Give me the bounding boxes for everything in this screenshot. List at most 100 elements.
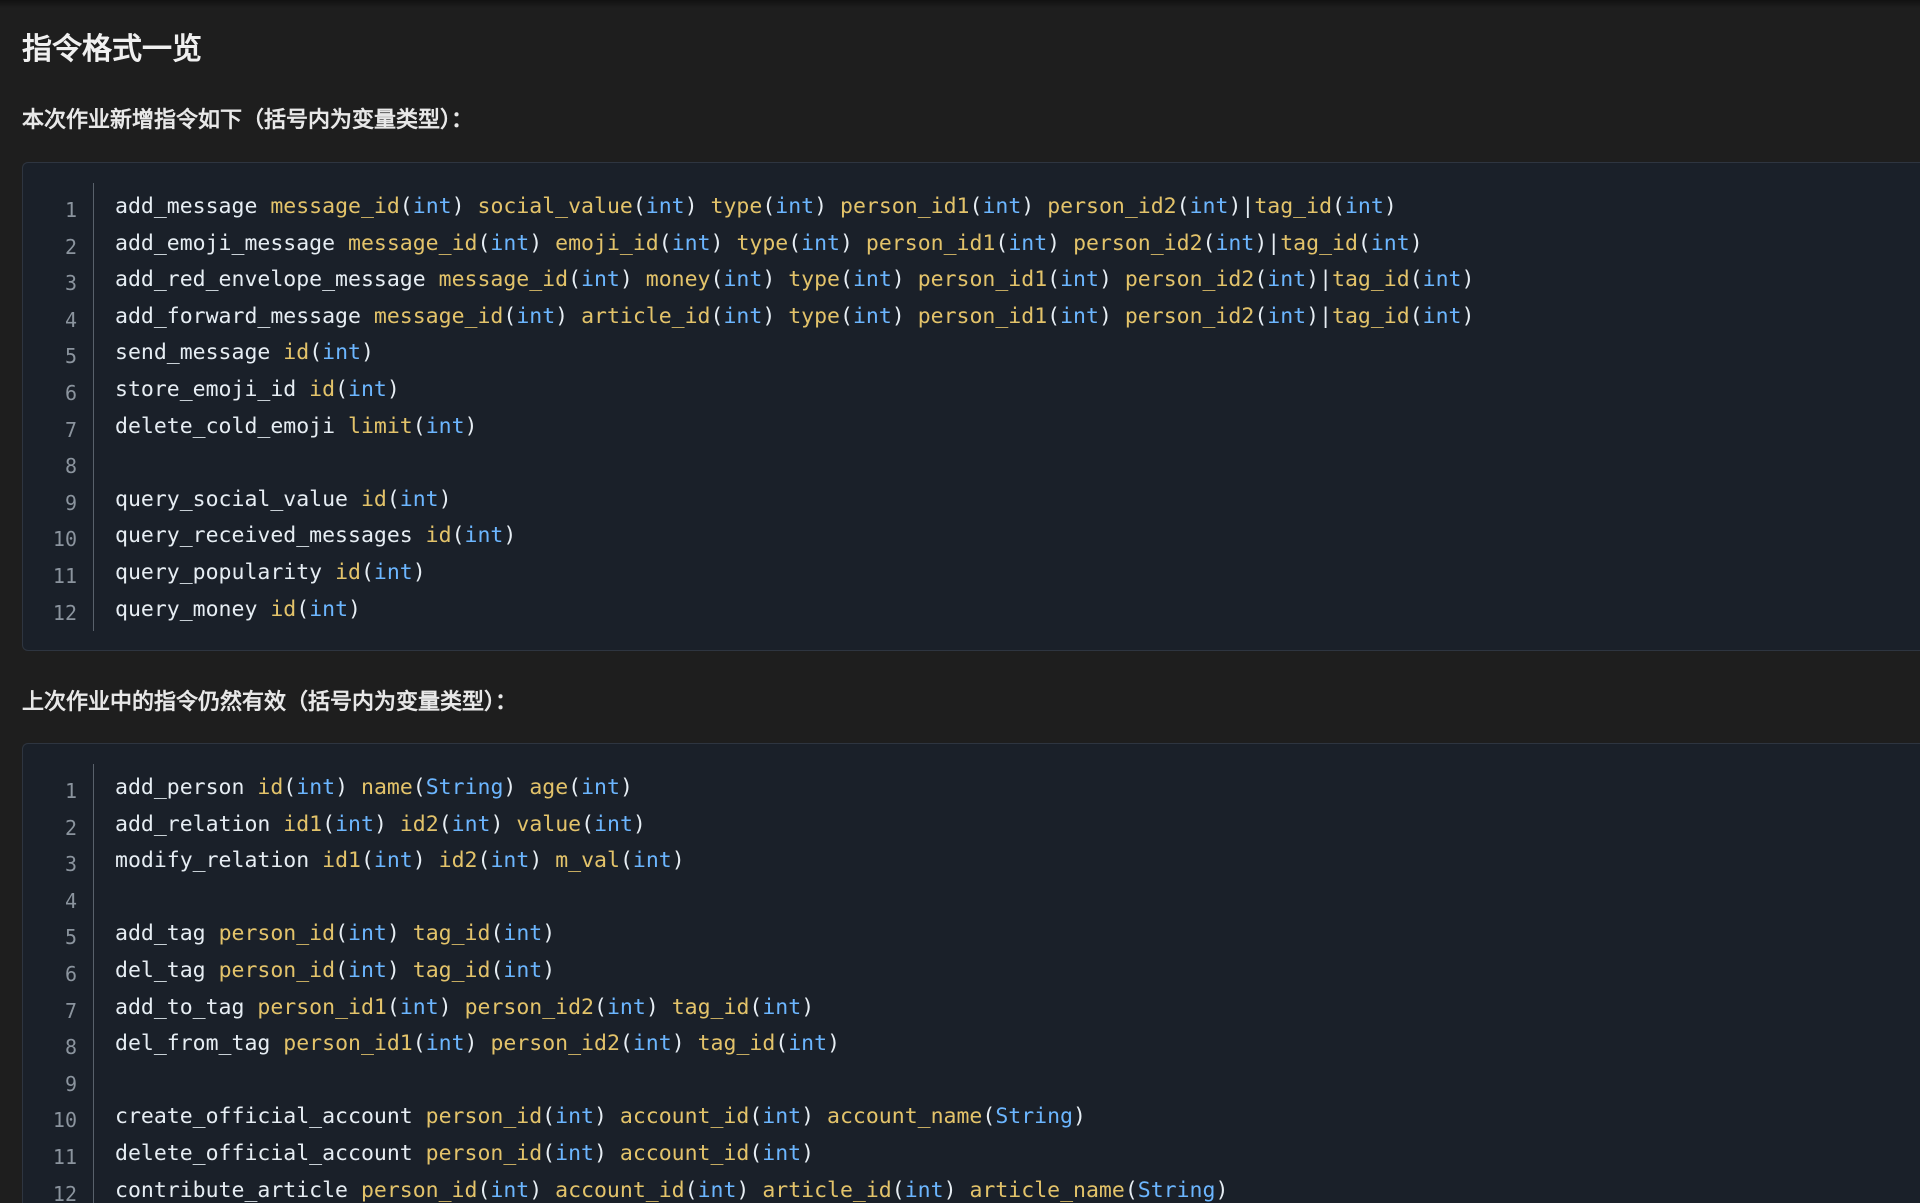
paren-close: ) [1254,230,1268,256]
parameter-name: social_value [477,194,633,219]
paren-close: ) [891,267,905,293]
argument-separator: | [1267,230,1281,256]
argument-separator [348,775,361,800]
argument-separator [827,194,840,219]
paren-open: ( [1047,303,1061,329]
parameter-name: id [283,340,310,366]
parameter-type: String [1137,1177,1216,1203]
line-number: 12 [52,600,77,625]
code-line: 7 delete_cold_emoji limit(int) [23,409,1920,446]
parameter-type: int [348,376,387,402]
parameter-type: int [425,413,465,439]
parameter-type: int [309,596,349,622]
paren-open: ( [891,1177,905,1203]
code-line: 10 query_received_messages id(int) [23,518,1920,555]
parameter-name: person_id [425,1140,543,1166]
line-number: 10 [52,527,77,552]
code-text: add_message message_id(int) social_value… [115,189,1397,226]
paren-close: ) [1383,194,1397,219]
code-line: 12 contribute_article person_id(int) acco… [23,1173,1920,1203]
argument-separator [905,304,918,329]
argument-separator: | [1319,303,1333,329]
argument-separator [426,267,439,292]
parameter-type: int [594,811,633,837]
command-name: del_tag [115,957,206,983]
paren-open: ( [1409,267,1423,293]
paren-open: ( [503,303,517,329]
parameter-name: tag_id [1280,230,1358,256]
argument-separator [270,812,283,837]
code-line: 2 add_emoji_message message_id(int) emoji… [23,226,1920,263]
argument-separator [322,560,335,585]
paren-close: ) [943,1177,957,1203]
line-number: 11 [52,1144,77,1169]
code-line: 3 modify_relation id1(int) id2(int) m_val… [23,843,1920,880]
parameter-type: int [904,1177,944,1203]
argument-separator [1060,231,1073,256]
argument-separator [309,848,322,873]
argument-separator [335,414,348,439]
command-name: query_popularity [115,559,323,585]
line-number: 9 [64,1071,77,1096]
paren-open: ( [840,267,853,293]
argument-separator [348,487,361,512]
parameter-name: person_id [425,1104,543,1130]
argument-separator [257,194,270,219]
code-line: 11 delete_official_account person_id(int)… [23,1136,1920,1173]
argument-separator [206,921,219,946]
code-line: 10 create_official_account person_id(int)… [23,1099,1920,1136]
command-name: add_tag [115,921,206,947]
paren-open: ( [1254,303,1268,329]
code-text: add_emoji_message message_id(int) emoji_… [115,226,1423,263]
parameter-name: age [529,775,569,800]
paren-close: ) [840,230,853,256]
paren-close: ) [1215,1177,1229,1203]
argument-separator [452,995,465,1020]
code-text: delete_cold_emoji limit(int) [115,409,478,446]
line-number: 9 [64,490,77,515]
paren-open: ( [1357,230,1371,256]
paren-close: ) [710,230,724,256]
parameter-name: id2 [399,811,439,837]
parameter-name: m_val [555,848,620,874]
code-text: modify_relation id1(int) id2(int) m_val(… [115,843,685,880]
command-name: contribute_article [115,1177,348,1203]
paren-open: ( [749,994,763,1020]
paren-close: ) [814,194,828,219]
parameter-name: tag_id [671,994,750,1020]
paren-open: ( [710,267,724,293]
parameter-type: int [762,994,802,1020]
code-line: 4 add_forward_message message_id(int) art… [23,299,1920,336]
argument-separator [542,1178,555,1203]
parameter-name: account_name [827,1104,983,1130]
paren-open: ( [995,230,1009,256]
code-text: send_message id(int) [115,335,374,372]
command-name: store_emoji_id [115,376,297,402]
code-text: query_money id(int) [115,592,361,629]
code-text: add_relation id1(int) id2(int) value(int… [115,807,646,844]
code-text: add_red_envelope_message message_id(int)… [115,262,1474,299]
paren-close: ) [1098,303,1112,329]
code-line: 11 query_popularity id(int) [23,555,1920,592]
code-line: 5 send_message id(int) [23,335,1920,372]
argument-separator [257,597,270,622]
argument-separator [542,231,555,256]
argument-separator [723,231,736,256]
argument-separator: | [1241,194,1255,219]
parameter-name: article_id [581,303,711,329]
parameter-type: int [1267,267,1307,293]
code-line: 6 del_tag person_id(int) tag_id(int) [23,953,1920,990]
paren-open: ( [335,957,349,983]
paren-open: ( [749,1140,763,1166]
code-line: 5 add_tag person_id(int) tag_id(int) [23,916,1920,953]
parameter-type: int [503,921,543,947]
parameter-type: int [348,957,387,983]
parameter-name: id [425,523,452,549]
paren-close: ) [348,596,361,622]
parameter-name: account_id [619,1140,750,1166]
line-number: 1 [64,779,77,803]
argument-separator [1112,267,1125,292]
argument-separator [413,1104,426,1129]
argument-separator [542,848,555,873]
line-number: 2 [64,234,77,259]
